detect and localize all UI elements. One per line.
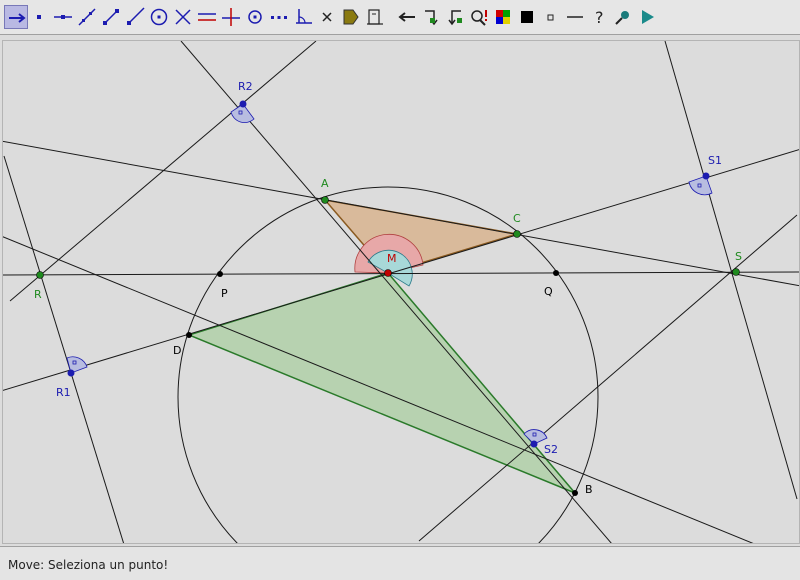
point-on-line-icon — [54, 15, 72, 19]
point-s1[interactable] — [702, 172, 710, 180]
point-p[interactable] — [217, 271, 223, 277]
point-r2[interactable] — [239, 100, 247, 108]
label-s: S — [735, 250, 742, 263]
undo-tool[interactable] — [395, 5, 419, 29]
line-r-r1[interactable] — [3, 155, 126, 543]
point-m[interactable] — [384, 269, 392, 277]
label-r2: R2 — [238, 80, 253, 93]
triangle-dmb[interactable] — [186, 272, 576, 494]
angle-tool[interactable] — [291, 5, 315, 29]
point-c[interactable] — [513, 230, 521, 238]
label-b: B — [585, 483, 593, 496]
point-q[interactable] — [553, 270, 559, 276]
delete-tool[interactable] — [315, 5, 339, 29]
redo-arrow-icon — [425, 10, 438, 26]
label-d: D — [173, 344, 181, 357]
segment-icon — [103, 9, 119, 25]
ray-tool[interactable] — [123, 5, 147, 29]
label-s1: S1 — [708, 154, 722, 167]
intersect-icon — [175, 9, 191, 25]
label-p: P — [221, 287, 228, 300]
point-tool[interactable] — [27, 5, 51, 29]
midpoint-icon — [248, 10, 262, 24]
undo-arrow-icon — [398, 12, 415, 22]
small-point-tool[interactable] — [539, 5, 563, 29]
color-tool[interactable] — [491, 5, 515, 29]
measure-icon — [367, 9, 383, 25]
angle-icon — [296, 9, 312, 24]
move-arrow-icon — [9, 13, 26, 23]
line-style-tool[interactable] — [563, 5, 587, 29]
point-on-line-tool[interactable] — [51, 5, 75, 29]
geometry-figure[interactable]: A C R S M P Q D B R2 R1 S1 S2 — [3, 41, 799, 543]
history-icon — [448, 10, 462, 26]
color-palette-icon — [496, 10, 510, 24]
zoom-icon — [615, 11, 629, 25]
history-tool[interactable] — [443, 5, 467, 29]
point-r1[interactable] — [67, 369, 75, 377]
toolbar: ? — [0, 0, 800, 35]
midpoint-tool[interactable] — [243, 5, 267, 29]
help-tool[interactable]: ? — [587, 5, 611, 29]
fill-square-icon — [521, 11, 533, 23]
search-tool[interactable] — [467, 5, 491, 29]
drawing-canvas[interactable]: A C R S M P Q D B R2 R1 S1 S2 — [2, 40, 800, 544]
line-style-icon — [567, 16, 583, 18]
label-a: A — [321, 177, 329, 190]
label-m: M — [387, 252, 397, 265]
label-r1: R1 — [56, 386, 71, 399]
search-magnifier-icon — [471, 10, 487, 26]
perpendicular-tool[interactable] — [219, 5, 243, 29]
label-tag-icon — [343, 9, 359, 25]
ray-icon — [127, 7, 145, 25]
circle-icon — [150, 8, 168, 26]
line-tool[interactable] — [75, 5, 99, 29]
redo-tool[interactable] — [419, 5, 443, 29]
right-angle-marker-s1 — [688, 175, 713, 196]
zoom-tool[interactable] — [611, 5, 635, 29]
status-message: Move: Seleziona un punto! — [8, 558, 169, 572]
point-r[interactable] — [36, 271, 44, 279]
line-through-points-icon — [78, 8, 96, 26]
label-tool[interactable] — [339, 5, 363, 29]
polyline-icon — [271, 16, 287, 19]
parallel-line-icon — [198, 13, 216, 21]
circle-tool[interactable] — [147, 5, 171, 29]
line-r-r2[interactable] — [9, 41, 317, 302]
status-bar: Move: Seleziona un punto! — [0, 546, 800, 580]
polyline-tool[interactable] — [267, 5, 291, 29]
play-triangle-icon — [642, 10, 654, 24]
point-d[interactable] — [186, 332, 192, 338]
point-b[interactable] — [572, 490, 578, 496]
measure-tool[interactable] — [363, 5, 387, 29]
label-s2: S2 — [544, 443, 558, 456]
perpendicular-line-icon — [222, 8, 240, 26]
move-tool[interactable] — [4, 5, 28, 29]
point-s[interactable] — [732, 268, 740, 276]
parallel-tool[interactable] — [195, 5, 219, 29]
label-q: Q — [544, 285, 553, 298]
play-tool[interactable] — [635, 5, 659, 29]
point-a[interactable] — [321, 196, 329, 204]
small-point-icon — [547, 14, 554, 21]
delete-x-icon — [322, 12, 332, 22]
svg-text:?: ? — [595, 8, 604, 27]
fill-tool[interactable] — [515, 5, 539, 29]
label-c: C — [513, 212, 521, 225]
question-mark-icon: ? — [595, 8, 604, 27]
point-s2[interactable] — [530, 440, 538, 448]
segment-tool[interactable] — [99, 5, 123, 29]
point-icon — [37, 15, 41, 19]
intersect-tool[interactable] — [171, 5, 195, 29]
label-r: R — [34, 288, 42, 301]
line-s-s1[interactable] — [664, 41, 798, 500]
